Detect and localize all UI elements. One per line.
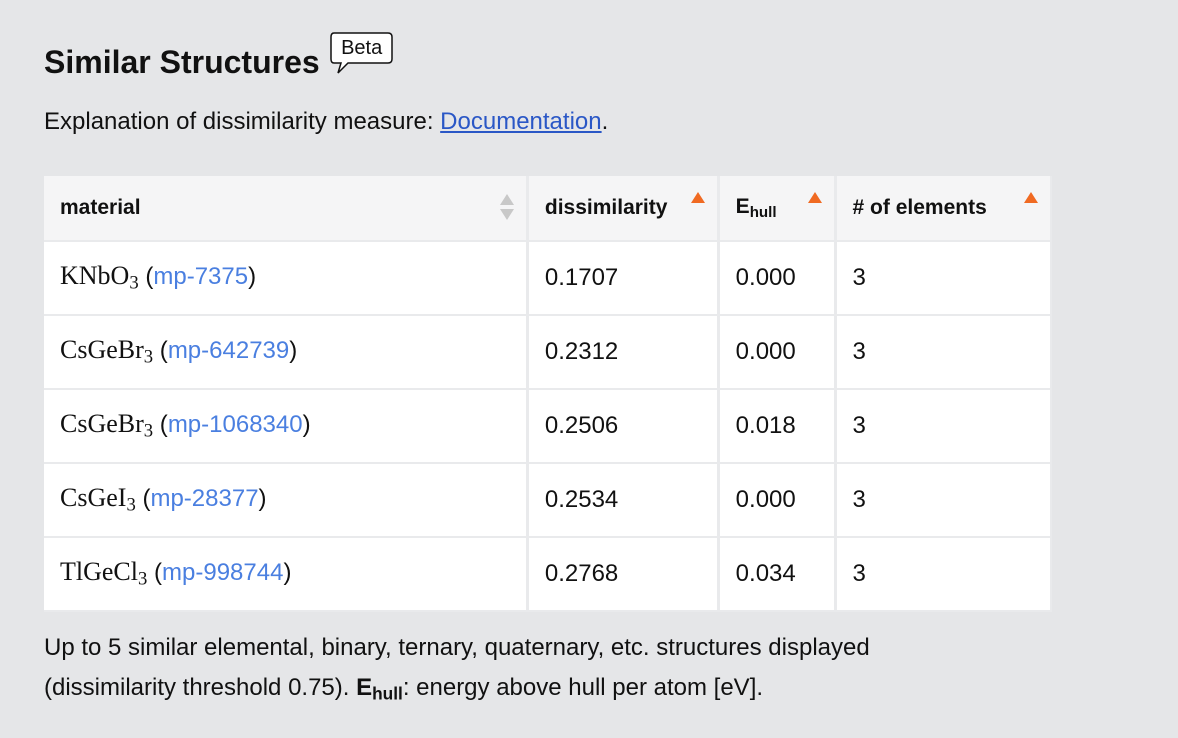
dissimilarity-cell: 0.2768	[528, 538, 717, 610]
material-cell: TlGeCl3 (mp-998744)	[44, 538, 526, 610]
footnote-ehull-definition: : energy above hull per atom [eV].	[402, 674, 764, 701]
table-header-row: material dissimilarity Ehull # of elemen…	[44, 176, 1050, 240]
ehull-cell: 0.000	[719, 316, 834, 388]
similar-structures-table: material dissimilarity Ehull # of elemen…	[44, 176, 1052, 616]
formula: TlGeCl	[60, 557, 138, 587]
header-elements-label: # of elements	[852, 196, 987, 219]
formula-subscript: 3	[138, 568, 148, 590]
ehull-cell: 0.034	[719, 538, 834, 610]
paren-open: (	[135, 485, 151, 513]
elements-cell: 3	[836, 464, 1050, 536]
table-row: CsGeBr3 (mp-1068340) 0.2506 0.018 3	[44, 390, 1050, 462]
header-material[interactable]: material	[44, 176, 526, 240]
footnote-line-1: Up to 5 similar elemental, binary, terna…	[44, 634, 870, 661]
dissimilarity-explanation: Explanation of dissimilarity measure: Do…	[44, 108, 608, 136]
material-id-link[interactable]: mp-7375	[153, 263, 248, 290]
documentation-link[interactable]: Documentation	[440, 108, 601, 135]
material-id-link[interactable]: mp-998744	[162, 559, 283, 586]
paren-open: (	[153, 411, 168, 439]
elements-cell: 3	[836, 538, 1050, 610]
beta-badge: Beta	[329, 32, 394, 76]
sort-ascending-icon[interactable]	[807, 192, 822, 203]
footnote-threshold: (dissimilarity threshold 0.75).	[44, 674, 357, 701]
paren-open: (	[147, 559, 163, 587]
paren-close: )	[258, 485, 267, 513]
material-id-link[interactable]: mp-642739	[168, 337, 289, 364]
formula-subscript: 3	[129, 272, 139, 294]
footnote-line-2: (dissimilarity threshold 0.75). Ehull: e…	[44, 668, 1064, 713]
header-ehull[interactable]: Ehull	[719, 176, 834, 240]
explanation-text: Explanation of dissimilarity measure:	[44, 108, 441, 135]
section-heading: Similar Structures	[44, 44, 320, 80]
paren-open: (	[153, 337, 168, 365]
footnote-ehull-subscript: hull	[372, 683, 403, 704]
table-row: TlGeCl3 (mp-998744) 0.2768 0.034 3	[44, 538, 1050, 610]
elements-cell: 3	[836, 390, 1050, 462]
formula: CsGeI	[60, 483, 127, 513]
sort-ascending-icon[interactable]	[1024, 192, 1038, 203]
header-elements[interactable]: # of elements	[836, 176, 1050, 240]
formula-subscript: 3	[126, 494, 136, 516]
header-dissimilarity-label: dissimilarity	[544, 196, 668, 219]
paren-open: (	[138, 263, 154, 291]
header-material-label: material	[60, 196, 141, 219]
material-cell: CsGeBr3 (mp-642739)	[44, 316, 526, 388]
material-cell: KNbO3 (mp-7375)	[44, 242, 526, 314]
paren-close: )	[289, 337, 298, 365]
dissimilarity-cell: 0.2506	[528, 390, 717, 462]
dissimilarity-cell: 0.2534	[528, 464, 717, 536]
formula-subscript: 3	[143, 346, 154, 368]
material-id-link[interactable]: mp-28377	[150, 485, 258, 512]
dissimilarity-cell: 0.1707	[528, 242, 717, 314]
paren-close: )	[248, 263, 257, 291]
explanation-period: .	[601, 108, 609, 135]
dissimilarity-cell: 0.2312	[528, 316, 717, 388]
material-id-link[interactable]: mp-1068340	[168, 411, 303, 438]
ehull-cell: 0.018	[719, 390, 834, 462]
table-footnote: Up to 5 similar elemental, binary, terna…	[44, 628, 1064, 713]
header-ehull-label: E	[735, 195, 750, 219]
table-row: CsGeI3 (mp-28377) 0.2534 0.000 3	[44, 464, 1050, 536]
section-title: Similar Structures Beta	[44, 32, 394, 88]
paren-close: )	[283, 559, 292, 587]
formula: KNbO	[60, 261, 130, 291]
elements-cell: 3	[836, 242, 1050, 314]
formula-subscript: 3	[143, 420, 154, 442]
material-cell: CsGeBr3 (mp-1068340)	[44, 390, 526, 462]
ehull-cell: 0.000	[719, 242, 834, 314]
elements-cell: 3	[836, 316, 1050, 388]
header-dissimilarity[interactable]: dissimilarity	[528, 176, 717, 240]
table-row: CsGeBr3 (mp-642739) 0.2312 0.000 3	[44, 316, 1050, 388]
footnote-ehull: E	[356, 674, 373, 701]
formula: CsGeBr	[60, 409, 144, 439]
beta-label: Beta	[341, 37, 383, 59]
sort-ascending-icon[interactable]	[690, 192, 705, 203]
material-cell: CsGeI3 (mp-28377)	[44, 464, 526, 536]
formula: CsGeBr	[60, 335, 144, 365]
ehull-cell: 0.000	[719, 464, 834, 536]
paren-close: )	[302, 411, 311, 439]
sort-unsorted-icon[interactable]	[499, 194, 514, 224]
table-row: KNbO3 (mp-7375) 0.1707 0.000 3	[44, 242, 1050, 314]
header-ehull-subscript: hull	[749, 203, 777, 221]
